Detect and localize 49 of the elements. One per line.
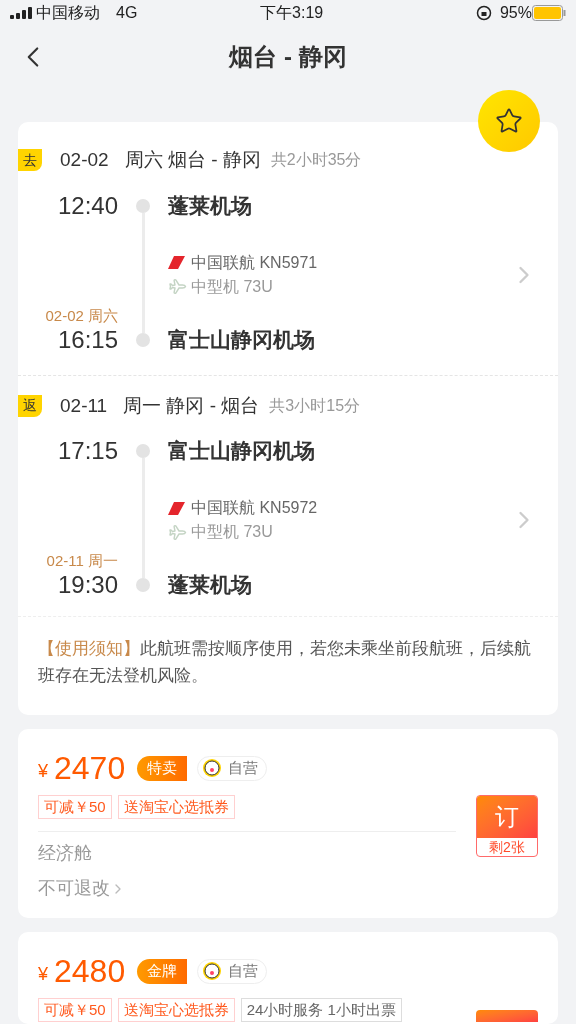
arrival-airport: 富士山静冈机场	[168, 326, 316, 353]
arrival-date: 02-02 周六	[45, 306, 118, 325]
promo-tag: 可减￥50	[38, 795, 112, 819]
battery-percent: 95%	[499, 3, 532, 24]
flight-number: 中国联航 KN5971	[191, 252, 318, 273]
promo-tag: 送淘宝心选抵券	[117, 795, 235, 819]
airline-logo-icon	[168, 501, 185, 515]
promo-tag: 24小时服务 1小时出票	[240, 998, 402, 1022]
refund-policy[interactable]: 不可退改	[38, 875, 110, 902]
offer-tag: 金牌	[137, 958, 188, 984]
trip-badge: 返	[18, 394, 42, 417]
leg-date: 02-02	[60, 148, 109, 172]
book-button[interactable]: 订 剩2张	[476, 794, 538, 857]
carrier: 中国移动	[36, 3, 100, 24]
battery-icon	[532, 5, 566, 22]
star-icon	[495, 107, 523, 135]
trip-badge: 去	[18, 149, 42, 172]
departure-airport: 富士山静冈机场	[168, 438, 316, 464]
arrival-time: 16:15	[57, 324, 118, 355]
cabin-class: 经济舱	[38, 842, 93, 865]
network-type: 4G	[116, 3, 138, 24]
arrival-airport: 蓬莱机场	[168, 572, 253, 598]
departure-time: 12:40	[57, 190, 118, 221]
departure-airport: 蓬莱机场	[168, 192, 253, 219]
book-button[interactable]	[476, 1010, 538, 1022]
currency-symbol: ¥	[38, 759, 48, 783]
airline-logo-icon	[168, 256, 185, 269]
arrival-time: 19:30	[57, 570, 118, 600]
offer-tag: 特卖	[137, 755, 188, 781]
price: 2480	[54, 952, 126, 990]
signal-icon	[10, 7, 32, 20]
leg-duration: 共3小时15分	[269, 395, 361, 416]
aircraft-type: 中型机 73U	[191, 522, 273, 542]
promo-tag: 可减￥50	[38, 998, 112, 1022]
rotation-lock-icon	[475, 5, 492, 22]
flight-number: 中国联航 KN5972	[191, 498, 318, 518]
leg-duration: 共2小时35分	[270, 150, 362, 171]
aircraft-type: 中型机 73U	[191, 276, 273, 297]
leg-date: 02-11	[60, 393, 108, 418]
currency-symbol: ¥	[38, 962, 48, 986]
arrival-date: 02-11 周一	[46, 552, 118, 570]
page-title: 烟台 - 静冈	[229, 41, 347, 72]
clock: 下午3:19	[259, 3, 325, 24]
usage-notice: 【使用须知】此航班需按顺序使用，若您未乘坐前段航班，后续航班存在无法登机风险。	[38, 638, 532, 687]
departure-time: 17:15	[57, 436, 118, 466]
promo-tag: 送淘宝心选抵券	[117, 998, 235, 1022]
leg-route: 周一 静冈 - 烟台	[123, 393, 260, 418]
price: 2470	[54, 749, 126, 787]
leg-route: 周六 烟台 - 静冈	[124, 148, 261, 172]
